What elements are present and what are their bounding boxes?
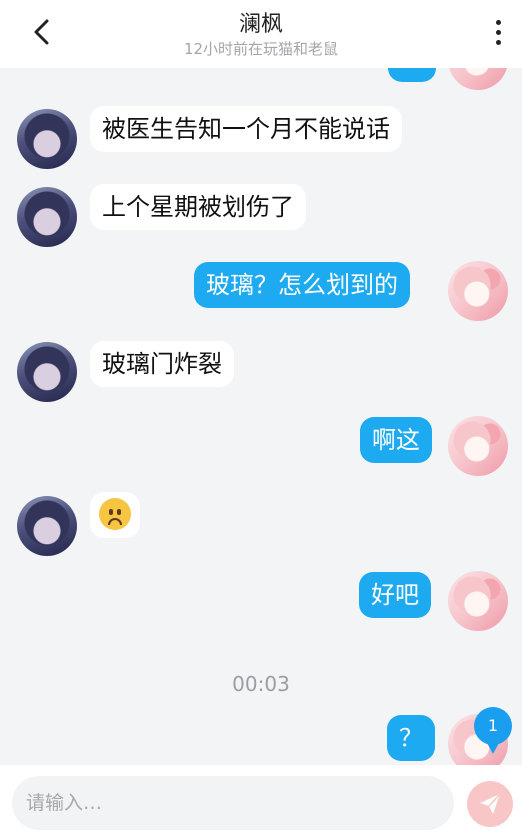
- contact-avatar[interactable]: [17, 109, 77, 169]
- more-vertical-icon: [495, 19, 501, 25]
- my-avatar[interactable]: [448, 416, 508, 476]
- message-timestamp: 00:03: [232, 672, 290, 696]
- input-bar: [0, 765, 522, 839]
- message-row-outgoing: ？: [0, 714, 522, 765]
- message-bubble[interactable]: 啊这: [360, 417, 432, 463]
- message-input[interactable]: [26, 792, 454, 814]
- message-row-incoming: 被医生告知一个月不能说话: [0, 106, 522, 171]
- my-avatar[interactable]: [448, 261, 508, 321]
- message-row-incoming: [0, 492, 522, 558]
- contact-avatar[interactable]: [17, 187, 77, 247]
- message-bubble[interactable]: ？: [387, 715, 435, 761]
- unread-count-badge[interactable]: 1: [474, 707, 512, 754]
- contact-name: 澜枫: [238, 12, 283, 37]
- message-input-container[interactable]: [12, 776, 454, 830]
- message-bubble[interactable]: 玻璃门炸裂: [90, 341, 234, 387]
- message-bubble[interactable]: 被医生告知一个月不能说话: [90, 106, 402, 152]
- my-avatar[interactable]: [448, 68, 508, 90]
- message-bubble[interactable]: 好吧: [359, 572, 431, 618]
- message-row-outgoing: [0, 68, 522, 92]
- message-bubble-emoji[interactable]: [90, 492, 140, 538]
- message-row-outgoing: 玻璃？怎么划到的: [0, 261, 522, 323]
- chat-header: 澜枫 12小时前在玩猫和老鼠: [0, 0, 522, 68]
- worried-face-emoji: [99, 498, 131, 530]
- send-button[interactable]: [467, 781, 513, 827]
- message-row-outgoing: 好吧: [0, 571, 522, 633]
- contact-status: 12小时前在玩猫和老鼠: [183, 40, 339, 58]
- paper-plane-icon: [480, 793, 501, 814]
- contact-avatar[interactable]: [17, 496, 77, 556]
- message-row-outgoing: 啊这: [0, 416, 522, 478]
- message-list[interactable]: 被医生告知一个月不能说话 上个星期被划伤了 玻璃？怎么划到的 玻璃门炸裂 啊这 …: [0, 68, 522, 765]
- my-avatar[interactable]: [448, 571, 508, 631]
- message-row-incoming: 上个星期被划伤了: [0, 184, 522, 249]
- message-bubble[interactable]: 上个星期被划伤了: [90, 184, 306, 230]
- contact-avatar[interactable]: [17, 342, 77, 402]
- message-bubble[interactable]: [388, 68, 436, 82]
- message-bubble[interactable]: 玻璃？怎么划到的: [194, 262, 410, 308]
- more-options-button[interactable]: [486, 14, 510, 50]
- message-row-incoming: 玻璃门炸裂: [0, 341, 522, 404]
